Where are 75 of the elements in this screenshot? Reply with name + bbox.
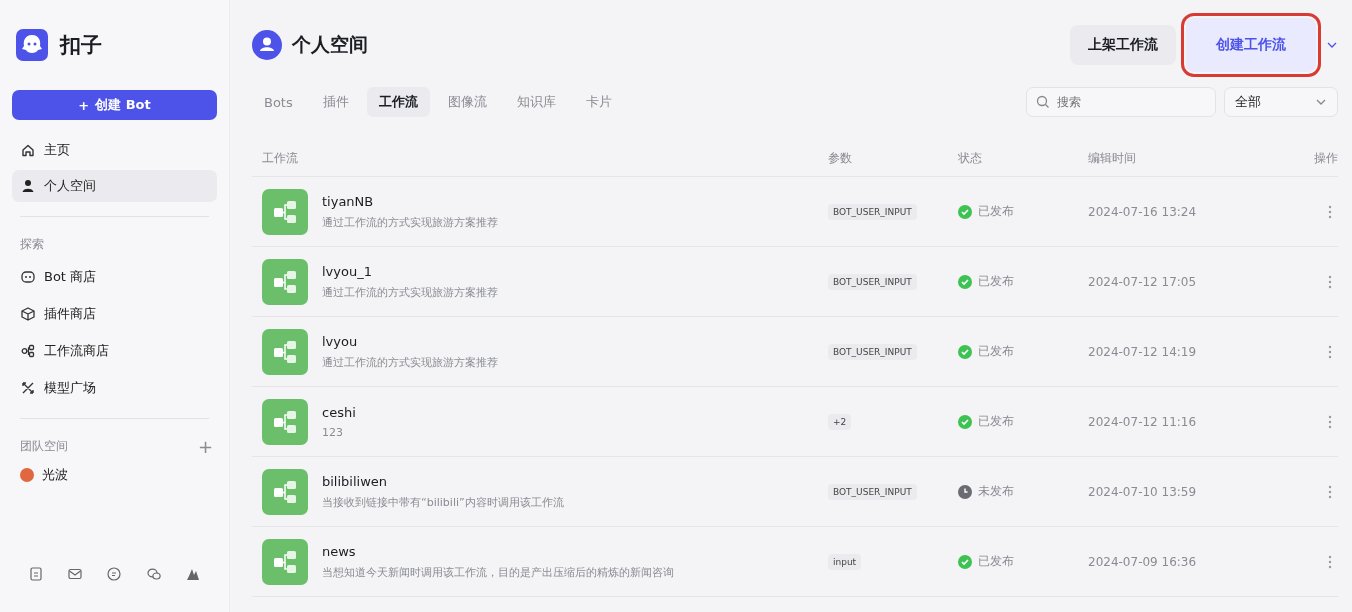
create-bot-button[interactable]: + 创建 Bot	[12, 90, 217, 120]
workflow-description: 当接收到链接中带有“bilibili”内容时调用该工作流	[322, 494, 564, 510]
workflow-description: 当想知道今天新闻时调用该工作流，目的是产出压缩后的精炼的新闻咨询	[322, 564, 674, 580]
column-header: 编辑时间	[1088, 149, 1137, 167]
edit-time: 2024-07-12 14:19	[1088, 344, 1198, 359]
parameter-tag: BOT_USER_INPUT	[828, 273, 917, 290]
workflow-name[interactable]: lvyou_1	[322, 263, 498, 279]
chat-icon[interactable]	[106, 566, 123, 582]
filter-dropdown[interactable]: 全部	[1224, 87, 1338, 117]
nodes-icon	[20, 343, 36, 359]
parameter-tag: input	[828, 553, 862, 570]
workflow-name[interactable]: lvyou	[322, 333, 498, 349]
tab[interactable]: 工作流	[366, 87, 430, 117]
workflow-name[interactable]: bilibiliwen	[322, 473, 564, 489]
workflow-description: 123	[322, 425, 344, 439]
brand-name: 扣子	[60, 32, 102, 59]
home-icon	[20, 142, 36, 158]
avatar-icon	[252, 30, 282, 60]
workflow-name[interactable]: tiyanNB	[322, 193, 498, 209]
more-icon[interactable]	[1328, 274, 1332, 289]
search-field[interactable]: 搜索	[1026, 87, 1216, 117]
status-text: 已发布	[978, 273, 1014, 290]
parameter-tag: BOT_USER_INPUT	[828, 343, 917, 360]
workflow-description: 通过工作流的方式实现旅游方案推荐	[322, 214, 498, 230]
sidebar-item[interactable]: 模型广场	[12, 372, 217, 404]
edit-time: 2024-07-16 13:24	[1088, 204, 1198, 219]
sidebar-item[interactable]: 个人空间	[12, 170, 217, 202]
section-title: 探索	[20, 235, 44, 253]
mail-icon[interactable]	[67, 566, 84, 582]
more-icon[interactable]	[1328, 554, 1332, 569]
sidebar-item[interactable]: 主页	[12, 134, 217, 166]
more-icon[interactable]	[1328, 414, 1332, 429]
workflow-icon	[262, 538, 308, 585]
column-header: 参数	[828, 149, 853, 167]
status-text: 已发布	[978, 343, 1014, 360]
workflow-icon	[262, 398, 308, 445]
parameter-tag: +2	[828, 413, 852, 430]
workflow-icon	[262, 258, 308, 305]
parameter-tag: BOT_USER_INPUT	[828, 483, 917, 500]
parameter-tag: BOT_USER_INPUT	[828, 203, 917, 220]
sidebar-item[interactable]: Bot 商店	[12, 261, 217, 293]
cube-icon	[20, 306, 36, 322]
column-header: 操作	[1313, 149, 1338, 167]
workflow-name[interactable]: news	[322, 543, 674, 559]
page-title: 个人空间	[292, 32, 368, 57]
edit-time: 2024-07-09 16:36	[1088, 554, 1198, 569]
bot-face-icon	[20, 269, 36, 285]
workflow-icon	[262, 328, 308, 375]
logo-icon	[16, 29, 48, 61]
team-item[interactable]: 光波	[12, 459, 217, 491]
edit-time: 2024-07-10 13:59	[1088, 484, 1198, 499]
more-icon[interactable]	[1328, 344, 1332, 359]
sidebar-item[interactable]: 插件商店	[12, 298, 217, 330]
column-header: 工作流	[262, 149, 299, 167]
person-icon	[20, 178, 36, 194]
status-text: 已发布	[978, 413, 1014, 430]
workflow-icon	[262, 468, 308, 515]
publish-workflow-button[interactable]: 上架工作流	[1070, 25, 1176, 65]
workflow-description: 通过工作流的方式实现旅游方案推荐	[322, 284, 498, 300]
document-icon[interactable]	[27, 566, 44, 582]
edit-time: 2024-07-12 17:05	[1088, 274, 1198, 289]
workflow-icon	[262, 188, 308, 235]
sidebar-item[interactable]: 工作流商店	[12, 335, 217, 367]
edit-time: 2024-07-12 11:16	[1088, 414, 1198, 429]
status-text: 未发布	[978, 483, 1014, 500]
wechat-icon[interactable]	[145, 566, 162, 582]
section-title: 团队空间	[20, 437, 68, 455]
status-text: 已发布	[978, 553, 1014, 570]
more-icon[interactable]	[1328, 204, 1332, 219]
crossed-tools-icon	[20, 380, 36, 396]
workflow-description: 通过工作流的方式实现旅游方案推荐	[322, 354, 498, 370]
status-text: 已发布	[978, 203, 1014, 220]
column-header: 状态	[958, 149, 983, 167]
more-icon[interactable]	[1328, 484, 1332, 499]
workflow-name[interactable]: ceshi	[322, 404, 356, 420]
